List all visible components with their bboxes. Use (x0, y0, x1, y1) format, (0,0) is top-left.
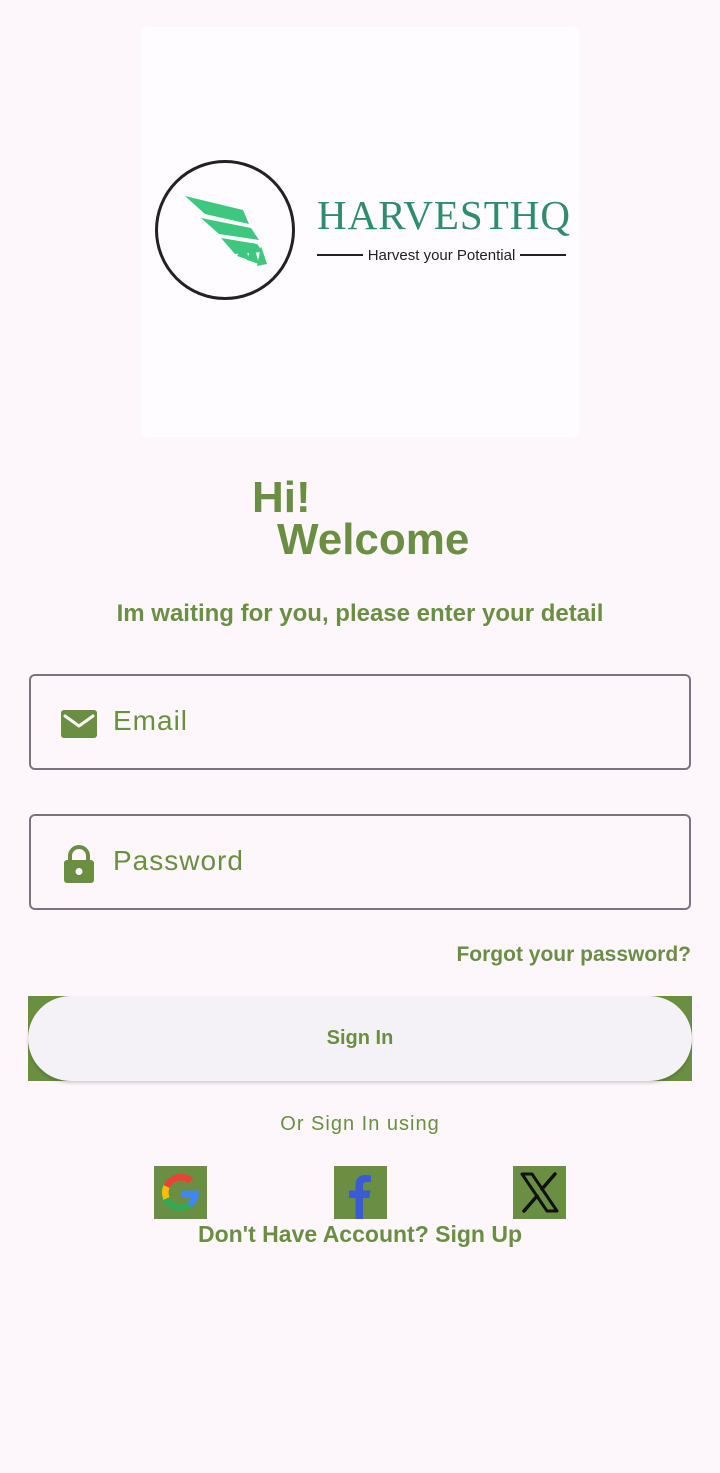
lock-icon (64, 845, 94, 883)
tagline-divider-right (520, 254, 567, 256)
tagline-row: Harvest your Potential (317, 245, 567, 265)
facebook-icon (349, 1175, 371, 1219)
signup-link[interactable]: Don't Have Account? Sign Up (0, 1223, 720, 1246)
password-field[interactable]: Password (29, 814, 691, 910)
or-signin-text: Or Sign In using (280, 1113, 440, 1135)
greeting-welcome: Welcome (277, 515, 470, 564)
google-signin-button[interactable] (154, 1166, 207, 1219)
x-icon (520, 1172, 559, 1213)
email-placeholder: Email (113, 705, 189, 736)
password-placeholder: Password (113, 845, 244, 876)
wing-logo-icon (185, 196, 267, 266)
logo-card: HARVESTHQ Harvest your Potential (141, 27, 579, 437)
x-signin-button[interactable] (513, 1166, 566, 1219)
tagline: Harvest your Potential (367, 246, 516, 264)
subtitle: Im waiting for you, please enter your de… (116, 600, 604, 627)
signin-button[interactable]: Sign In (28, 996, 692, 1081)
tagline-divider-left (317, 254, 363, 256)
google-icon (161, 1172, 199, 1211)
email-field[interactable]: Email (29, 674, 691, 770)
greeting-hi: Hi! (252, 473, 311, 522)
facebook-signin-button[interactable] (334, 1166, 387, 1219)
brand-name: HARVESTHQ (317, 192, 571, 238)
forgot-password-link[interactable]: Forgot your password? (456, 944, 691, 965)
mail-icon (61, 710, 97, 738)
